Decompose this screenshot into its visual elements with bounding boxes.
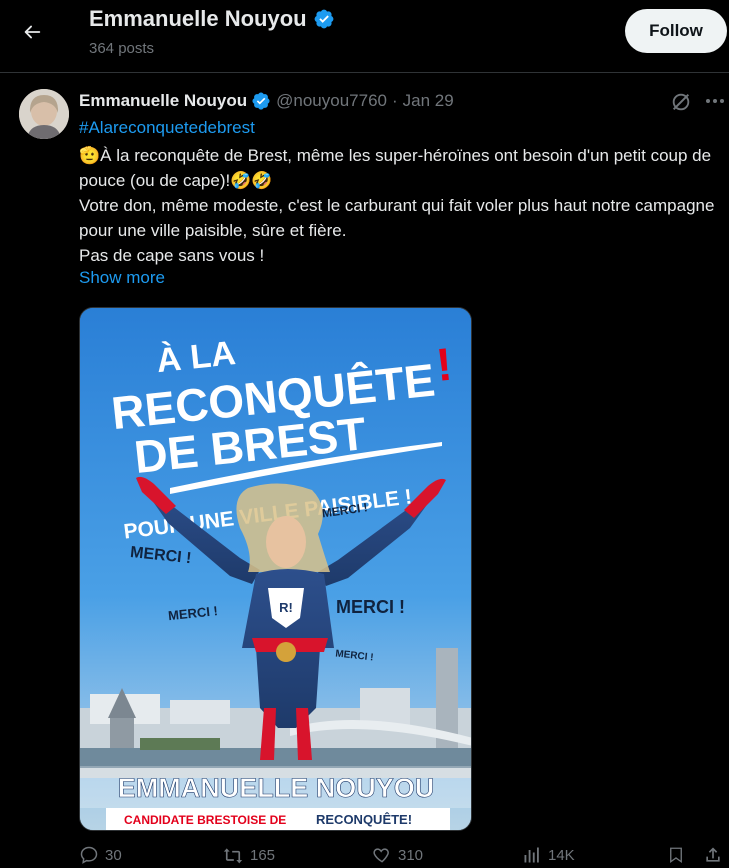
show-more-link[interactable]: Show more bbox=[79, 268, 165, 288]
post-count: 364 posts bbox=[89, 40, 155, 57]
poster-candidate: CANDIDATE BRESTOISE DE bbox=[124, 813, 286, 827]
repost-count: 165 bbox=[250, 846, 276, 864]
tweet-line-2: Votre don, même modeste, c'est le carbur… bbox=[79, 196, 715, 240]
campaign-poster: À LA RECONQUÊTE ! DE BREST POUR UNE VILL… bbox=[80, 308, 471, 830]
verified-badge-icon bbox=[314, 9, 333, 29]
poster-name-banner: EMMANUELLE NOUYOU bbox=[118, 773, 435, 803]
repost-button[interactable]: 165 bbox=[222, 845, 275, 865]
poster-party: RECONQUÊTE! bbox=[316, 812, 412, 827]
bookmark-button[interactable] bbox=[667, 845, 685, 865]
share-icon bbox=[706, 847, 720, 862]
follow-button[interactable]: Follow bbox=[625, 9, 727, 53]
verified-badge-icon bbox=[252, 92, 270, 110]
merci-4: MERCI ! bbox=[336, 597, 405, 617]
repost-icon bbox=[223, 848, 243, 864]
like-button[interactable]: 310 bbox=[372, 845, 423, 865]
reply-button[interactable]: 30 bbox=[79, 845, 122, 865]
header-name: Emmanuelle Nouyou bbox=[89, 6, 335, 32]
arrow-left-icon bbox=[24, 25, 41, 39]
hashtag-link[interactable]: #Alareconquetedebrest bbox=[79, 118, 255, 138]
views-button[interactable]: 14K bbox=[522, 845, 575, 865]
reply-count: 30 bbox=[105, 846, 122, 864]
tweet-date[interactable]: Jan 29 bbox=[403, 91, 454, 111]
header-title: Emmanuelle Nouyou bbox=[89, 6, 307, 31]
bookmark-icon bbox=[670, 847, 682, 864]
tweet-actions: 30 165 310 14K bbox=[0, 845, 729, 868]
meta-separator: · bbox=[392, 91, 398, 110]
reply-icon bbox=[80, 846, 98, 864]
heart-icon bbox=[373, 848, 389, 863]
author-handle[interactable]: @nouyou7760 bbox=[276, 91, 387, 111]
profile-header: Emmanuelle Nouyou 364 posts Follow bbox=[0, 0, 729, 73]
analytics-icon bbox=[524, 847, 539, 863]
tweet-line-1: 🫡À la reconquête de Brest, même les supe… bbox=[79, 146, 712, 190]
salute-emoji: 🫡 bbox=[79, 146, 101, 165]
tweet-line-3: Pas de cape sans vous ! bbox=[79, 246, 265, 265]
more-options-icon[interactable] bbox=[703, 90, 727, 112]
avatar-image bbox=[19, 89, 69, 139]
tweet-text: 🫡À la reconquête de Brest, même les supe… bbox=[79, 143, 727, 268]
like-count: 310 bbox=[398, 846, 424, 864]
share-button[interactable] bbox=[703, 845, 723, 865]
view-count: 14K bbox=[548, 846, 575, 864]
grok-icon[interactable] bbox=[670, 91, 692, 113]
suit-badge: R! bbox=[279, 600, 293, 615]
tweet-image[interactable]: À LA RECONQUÊTE ! DE BREST POUR UNE VILL… bbox=[79, 307, 472, 831]
avatar[interactable] bbox=[19, 89, 69, 139]
tweet-meta: Emmanuelle Nouyou @nouyou7760 · Jan 29 bbox=[79, 90, 454, 112]
back-button[interactable] bbox=[14, 14, 50, 50]
author-name[interactable]: Emmanuelle Nouyou bbox=[79, 91, 247, 111]
